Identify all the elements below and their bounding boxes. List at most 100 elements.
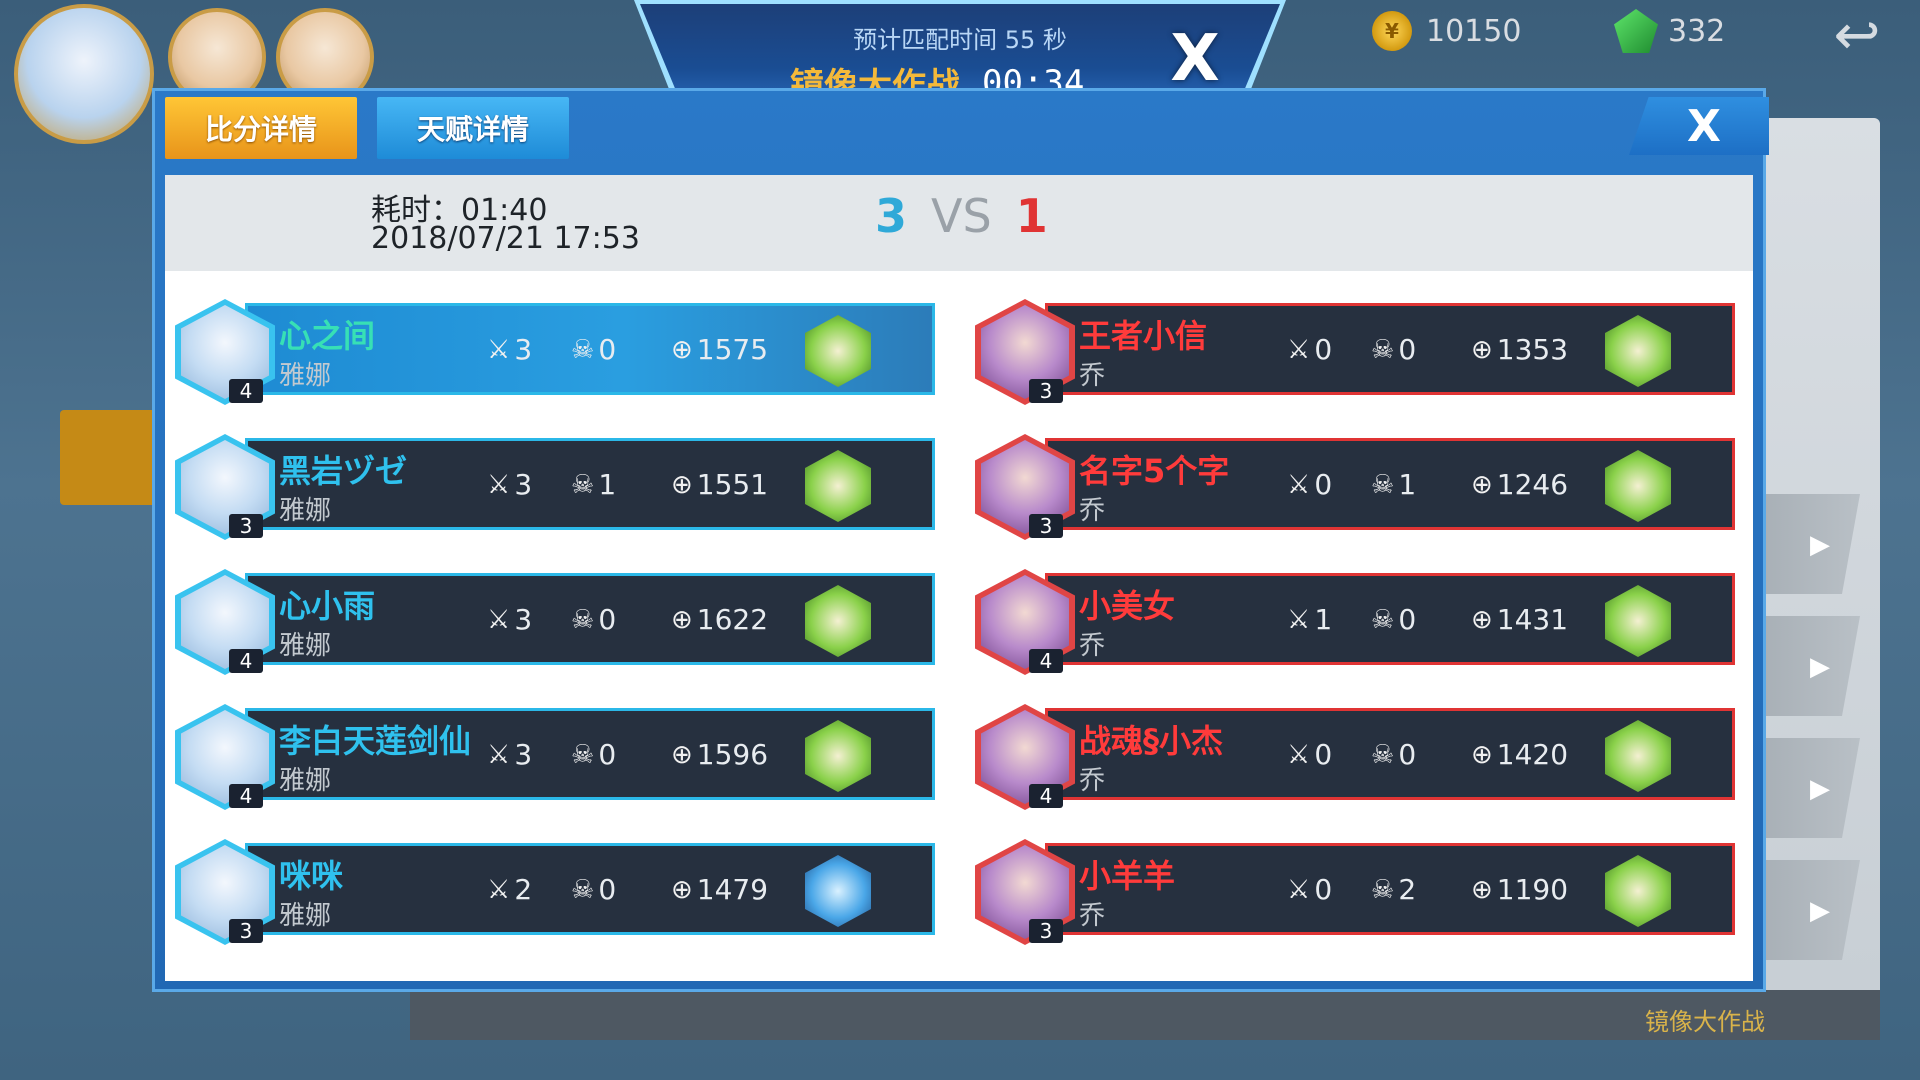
skull-icon: ☠ <box>1371 469 1395 500</box>
blue-player-row[interactable]: 4 心小雨 雅娜 ⚔ 3 ☠ 0 ⊕ 1622 <box>175 569 935 675</box>
kills-stat: ⚔ 3 <box>487 738 532 771</box>
plus-circle-icon: ⊕ <box>671 874 693 905</box>
points-value: 1596 <box>696 738 769 771</box>
hero-name: 雅娜 <box>279 496 332 526</box>
deaths-value: 0 <box>598 873 617 906</box>
player-level: 3 <box>1029 379 1063 403</box>
player-level: 4 <box>229 784 263 808</box>
sword-icon: ⚔ <box>1287 469 1311 500</box>
dialog-close-button[interactable]: X <box>1629 97 1769 155</box>
skull-icon: ☠ <box>1371 334 1395 365</box>
red-player-row[interactable]: 3 王者小信 乔 ⚔ 0 ☠ 0 ⊕ 1353 <box>975 299 1735 405</box>
player-name: 黑岩ヅゼ <box>279 452 408 490</box>
sword-icon: ⚔ <box>487 334 511 365</box>
sword-icon: ⚔ <box>1287 739 1311 770</box>
kills-stat: ⚔ 0 <box>1287 738 1332 771</box>
sword-icon: ⚔ <box>1287 334 1311 365</box>
skull-icon: ☠ <box>1371 604 1395 635</box>
kills-value: 2 <box>514 873 533 906</box>
coin-counter: ¥ 10150 <box>1372 10 1521 52</box>
hero-name: 雅娜 <box>279 766 332 796</box>
player-level: 4 <box>229 379 263 403</box>
skull-icon: ☠ <box>1371 874 1395 905</box>
hero-name: 雅娜 <box>279 901 332 931</box>
plus-circle-icon: ⊕ <box>671 604 693 635</box>
kills-value: 0 <box>1314 738 1333 771</box>
kills-stat: ⚔ 0 <box>1287 873 1332 906</box>
red-player-row[interactable]: 3 小羊羊 乔 ⚔ 0 ☠ 2 ⊕ 1190 <box>975 839 1735 945</box>
sword-icon: ⚔ <box>1287 604 1311 635</box>
points-value: 1479 <box>696 873 769 906</box>
points-stat: ⊕ 1622 <box>671 603 768 636</box>
points-value: 1575 <box>696 333 769 366</box>
blue-player-row[interactable]: 4 心之间 雅娜 ⚔ 3 ☠ 0 ⊕ 1575 <box>175 299 935 405</box>
red-player-row[interactable]: 4 小美女 乔 ⚔ 1 ☠ 0 ⊕ 1431 <box>975 569 1735 675</box>
deaths-value: 1 <box>1398 468 1417 501</box>
player-name: 小美女 <box>1079 587 1176 625</box>
deaths-value: 2 <box>1398 873 1417 906</box>
points-value: 1353 <box>1496 333 1569 366</box>
match-datetime: 2018/07/21 17:53 <box>371 221 640 256</box>
red-player-row[interactable]: 4 战魂§小杰 乔 ⚔ 0 ☠ 0 ⊕ 1420 <box>975 704 1735 810</box>
points-stat: ⊕ 1246 <box>1471 468 1568 501</box>
chevron-right-icon: ▶ <box>1810 774 1830 804</box>
kills-stat: ⚔ 3 <box>487 468 532 501</box>
points-stat: ⊕ 1190 <box>1471 873 1568 906</box>
kills-stat: ⚔ 0 <box>1287 468 1332 501</box>
player-name: 小羊羊 <box>1079 857 1176 895</box>
deaths-value: 0 <box>1398 738 1417 771</box>
red-player-row[interactable]: 3 名字5个字 乔 ⚔ 0 ☠ 1 ⊕ 1246 <box>975 434 1735 540</box>
hero-name: 雅娜 <box>279 361 332 391</box>
coin-amount: 10150 <box>1426 13 1522 49</box>
blue-player-row[interactable]: 3 黑岩ヅゼ 雅娜 ⚔ 3 ☠ 1 ⊕ 1551 <box>175 434 935 540</box>
cancel-match-button[interactable]: X <box>1160 26 1230 92</box>
coin-icon: ¥ <box>1372 11 1412 51</box>
tab-talent-details[interactable]: 天赋详情 <box>377 97 569 159</box>
kills-value: 3 <box>514 333 533 366</box>
deaths-stat: ☠ 0 <box>1371 603 1416 636</box>
plus-circle-icon: ⊕ <box>671 469 693 500</box>
gem-icon <box>1614 9 1658 53</box>
kills-value: 0 <box>1314 873 1333 906</box>
kills-value: 1 <box>1314 603 1333 636</box>
match-score: 3 VS 1 <box>875 189 1048 243</box>
points-value: 1420 <box>1496 738 1569 771</box>
points-stat: ⊕ 1551 <box>671 468 768 501</box>
deaths-stat: ☠ 0 <box>571 738 616 771</box>
blue-score: 3 <box>875 189 908 243</box>
sword-icon: ⚔ <box>487 604 511 635</box>
sword-icon: ⚔ <box>1287 874 1311 905</box>
blue-player-row[interactable]: 3 咪咪 雅娜 ⚔ 2 ☠ 0 ⊕ 1479 <box>175 839 935 945</box>
hero-name: 乔 <box>1079 766 1106 796</box>
gem-counter[interactable]: 332 <box>1614 9 1725 53</box>
kills-stat: ⚔ 3 <box>487 603 532 636</box>
kills-stat: ⚔ 1 <box>1287 603 1332 636</box>
red-score: 1 <box>1015 189 1048 243</box>
deaths-stat: ☠ 2 <box>1371 873 1416 906</box>
player-level: 4 <box>1029 649 1063 673</box>
player-avatar[interactable] <box>14 4 154 144</box>
points-value: 1551 <box>696 468 769 501</box>
skull-icon: ☠ <box>571 334 595 365</box>
plus-circle-icon: ⊕ <box>1471 334 1493 365</box>
kills-stat: ⚔ 0 <box>1287 333 1332 366</box>
dialog-content: 耗时：01:40 2018/07/21 17:53 3 VS 1 4 心之间 雅… <box>165 175 1753 981</box>
tab-score-details[interactable]: 比分详情 <box>165 97 357 159</box>
blue-player-row[interactable]: 4 李白天莲剑仙 雅娜 ⚔ 3 ☠ 0 ⊕ 1596 <box>175 704 935 810</box>
plus-circle-icon: ⊕ <box>671 739 693 770</box>
deaths-stat: ☠ 0 <box>571 873 616 906</box>
kills-value: 0 <box>1314 333 1333 366</box>
points-value: 1622 <box>696 603 769 636</box>
points-stat: ⊕ 1596 <box>671 738 768 771</box>
back-arrow-icon[interactable]: ↩ <box>1812 6 1902 66</box>
deaths-stat: ☠ 0 <box>1371 333 1416 366</box>
player-name: 王者小信 <box>1079 317 1208 355</box>
points-stat: ⊕ 1353 <box>1471 333 1568 366</box>
deaths-value: 0 <box>598 333 617 366</box>
deaths-value: 0 <box>598 738 617 771</box>
hero-name: 乔 <box>1079 631 1106 661</box>
points-stat: ⊕ 1420 <box>1471 738 1568 771</box>
player-level: 4 <box>229 649 263 673</box>
deaths-stat: ☠ 1 <box>1371 468 1416 501</box>
skull-icon: ☠ <box>1371 739 1395 770</box>
